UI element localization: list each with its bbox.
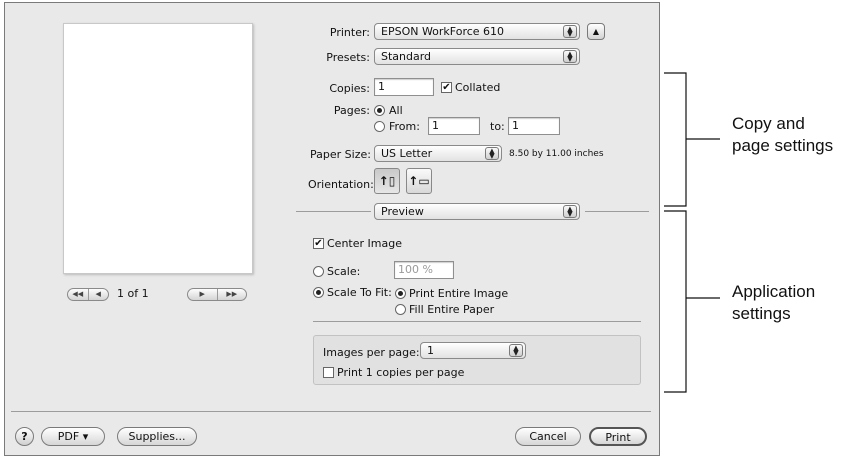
copy-page-line1: Copy and	[732, 114, 805, 133]
copy-page-line2: page settings	[732, 136, 834, 155]
application-line1: Application	[732, 282, 816, 301]
application-settings-annotation: Application settings	[732, 281, 815, 325]
annotation-brackets	[664, 72, 720, 393]
application-line2: settings	[732, 304, 791, 323]
copy-page-settings-annotation: Copy and page settings	[732, 113, 833, 157]
copy-page-bracket	[664, 72, 687, 207]
application-bracket	[664, 210, 687, 393]
